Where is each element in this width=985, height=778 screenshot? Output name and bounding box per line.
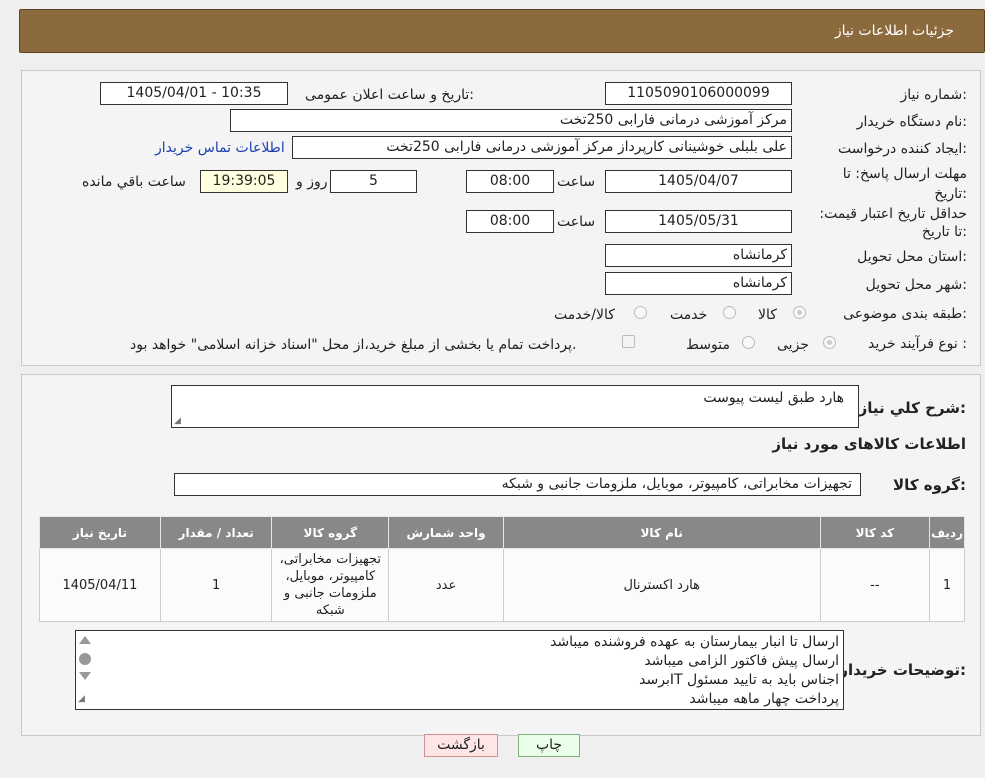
cell-qty: 1 bbox=[159, 548, 273, 622]
treasury-payment-checkbox[interactable] bbox=[622, 335, 635, 348]
announce-datetime-field[interactable]: 1405/04/01 - 10:35 bbox=[100, 82, 288, 105]
cell-name: هارد اکسترنال bbox=[502, 548, 821, 622]
buyer-notes-label: توضیحات خریدار: bbox=[839, 661, 966, 679]
requester-label: ایجاد کننده درخواست: bbox=[838, 141, 967, 157]
cell-row: 1 bbox=[929, 548, 965, 622]
category-goods-radio[interactable] bbox=[793, 306, 806, 319]
page-title: جزئیات اطلاعات نیاز bbox=[834, 23, 954, 39]
buyer-note-line: اجناس باید به تایید مسئول ITبرسد bbox=[639, 672, 839, 688]
purchase-type-medium-label: متوسط bbox=[686, 337, 730, 353]
days-label: روز و bbox=[296, 174, 328, 190]
cell-date: 1405/04/11 bbox=[39, 548, 161, 622]
goods-section-title: اطلاعات کالاهای مورد نیاز bbox=[772, 435, 966, 453]
back-button[interactable]: بازگشت bbox=[424, 734, 498, 757]
buyer-notes-field[interactable]: ارسال تا انبار بیمارستان به عهده فروشنده… bbox=[75, 630, 844, 710]
col-group: گروه کالا bbox=[271, 516, 390, 549]
category-goods-service-radio[interactable] bbox=[634, 306, 647, 319]
buyer-note-line: ارسال تا انبار بیمارستان به عهده فروشنده… bbox=[550, 634, 839, 650]
need-number-label: شماره نیاز: bbox=[900, 87, 967, 103]
table-header-row: ردیف کد کالا نام کالا واحد شمارش گروه کا… bbox=[39, 516, 965, 549]
purchase-type-minor-label: جزیی bbox=[777, 337, 809, 353]
purchase-type-medium-radio[interactable] bbox=[742, 336, 755, 349]
scroll-up-icon[interactable] bbox=[79, 636, 91, 644]
summary-label: شرح کلي نياز: bbox=[858, 399, 966, 417]
purchase-type-label: نوع فرآیند خرید : bbox=[868, 336, 967, 352]
price-validity-date-field[interactable]: 1405/05/31 bbox=[605, 210, 792, 233]
reply-deadline-label: مهلت ارسال پاسخ: تا تاریخ: bbox=[842, 166, 967, 202]
city-label: شهر محل تحویل: bbox=[865, 277, 967, 293]
col-unit: واحد شمارش bbox=[388, 516, 504, 549]
category-goods-service-label: کالا/خدمت bbox=[554, 307, 615, 323]
category-service-radio[interactable] bbox=[723, 306, 736, 319]
print-button[interactable]: چاپ bbox=[518, 734, 580, 757]
price-validity-time-label: ساعت bbox=[557, 214, 596, 230]
category-goods-label: کالا bbox=[758, 307, 777, 323]
resize-handle-icon[interactable]: ◢ bbox=[174, 416, 181, 426]
remaining-days-field: 5 bbox=[330, 170, 417, 193]
city-field[interactable]: کرمانشاه bbox=[605, 272, 792, 295]
treasury-payment-note: پرداخت تمام یا بخشی از مبلغ خرید،از محل … bbox=[130, 337, 577, 353]
price-validity-time-field[interactable]: 08:00 bbox=[466, 210, 554, 233]
notes-scrollbar[interactable]: ◢ bbox=[77, 632, 93, 708]
buyer-org-field[interactable]: مرکز آموزشی درمانی فارابی 250تخت bbox=[230, 109, 792, 132]
price-validity-label: حداقل تاریخ اعتبار قیمت: تا تاریخ: bbox=[819, 206, 967, 240]
remaining-time-field: 19:39:05 bbox=[200, 170, 288, 193]
cell-group: تجهیزات مخابراتی، کامپیوتر، موبایل، ملزو… bbox=[271, 548, 390, 622]
buyer-note-line: ارسال پیش فاکتور الزامی میباشد bbox=[644, 653, 839, 669]
col-name: نام کالا bbox=[502, 516, 821, 549]
col-code: کد کالا bbox=[819, 516, 931, 549]
scroll-down-icon[interactable] bbox=[79, 672, 91, 680]
goods-group-label: گروه کالا: bbox=[893, 476, 966, 494]
col-qty: تعداد / مقدار bbox=[159, 516, 273, 549]
requester-field[interactable]: علی بلبلی خوشینانی کارپرداز مرکز آموزشی … bbox=[292, 136, 792, 159]
remaining-time-label: ساعت باقي مانده bbox=[82, 174, 186, 190]
province-field[interactable]: کرمانشاه bbox=[605, 244, 792, 267]
reply-deadline-time-label: ساعت bbox=[557, 174, 596, 190]
buyer-contact-link[interactable]: اطلاعات تماس خریدار bbox=[155, 140, 285, 156]
table-row: 1 -- هارد اکسترنال عدد تجهیزات مخابراتی،… bbox=[39, 548, 965, 622]
purchase-type-minor-radio[interactable] bbox=[823, 336, 836, 349]
buyer-note-line: پرداخت چهار ماهه میباشد bbox=[689, 691, 839, 707]
resize-handle-icon[interactable]: ◢ bbox=[78, 694, 85, 704]
category-service-label: خدمت bbox=[670, 307, 708, 323]
col-date: تاریخ نیاز bbox=[39, 516, 161, 549]
announce-datetime-label: تاریخ و ساعت اعلان عمومی: bbox=[305, 87, 474, 103]
scroll-thumb[interactable] bbox=[79, 653, 91, 665]
buyer-org-label: نام دستگاه خریدار: bbox=[856, 114, 967, 130]
col-row: ردیف bbox=[929, 516, 965, 549]
goods-group-field[interactable]: تجهیزات مخابراتی، کامپیوتر، موبایل، ملزو… bbox=[174, 473, 861, 496]
reply-deadline-date-field[interactable]: 1405/04/07 bbox=[605, 170, 792, 193]
reply-deadline-time-field[interactable]: 08:00 bbox=[466, 170, 554, 193]
province-label: استان محل تحویل: bbox=[857, 249, 967, 265]
goods-table: ردیف کد کالا نام کالا واحد شمارش گروه کا… bbox=[39, 516, 965, 622]
category-label: طبقه بندی موضوعی: bbox=[843, 306, 967, 322]
summary-field[interactable]: هارد طبق لیست پیوست bbox=[171, 385, 859, 428]
need-number-field[interactable]: 1105090106000099 bbox=[605, 82, 792, 105]
page-header: جزئیات اطلاعات نیاز bbox=[19, 9, 985, 53]
cell-unit: عدد bbox=[388, 548, 504, 622]
cell-code: -- bbox=[819, 548, 931, 622]
